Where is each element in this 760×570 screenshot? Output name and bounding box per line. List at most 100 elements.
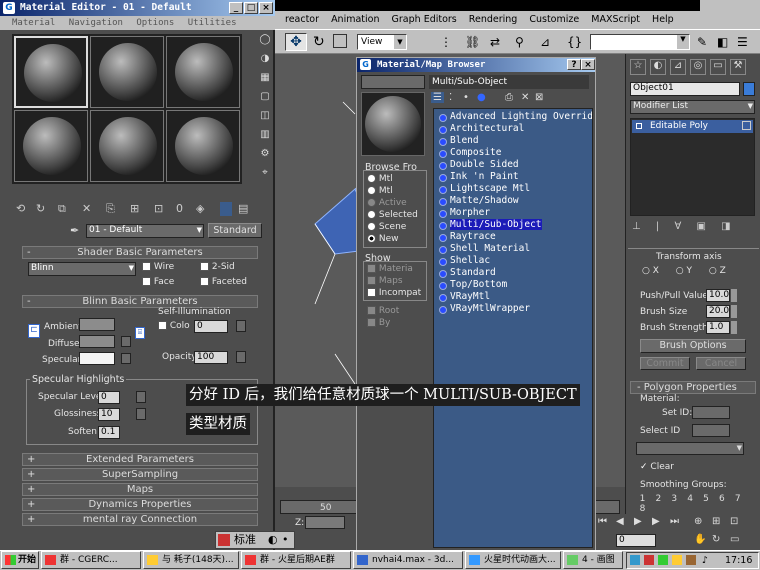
material-list-item[interactable]: Architectural [434, 123, 592, 135]
named-selection-icon[interactable]: {} [567, 35, 582, 49]
axis-z-radio[interactable]: ○ Z [709, 266, 726, 276]
select-by-material-icon[interactable]: ⌖ [256, 167, 274, 186]
get-material-icon[interactable]: ⟲ [16, 202, 25, 215]
show-maps-checkbox[interactable]: Maps [367, 276, 403, 286]
sample-slot[interactable] [166, 110, 240, 182]
menu-help[interactable]: Help [652, 14, 674, 25]
sg-button[interactable]: 8 [636, 504, 649, 514]
menu-options[interactable]: Options [136, 18, 174, 28]
pin-stack-icon[interactable]: ⊥ [632, 221, 641, 232]
axis-x-radio[interactable]: ○ X [642, 266, 659, 276]
supersampling-rollout[interactable]: + SuperSampling [22, 468, 258, 481]
wire-checkbox[interactable]: Wire [142, 262, 174, 272]
volume-icon[interactable]: ♪ [702, 553, 708, 568]
diffuse-swatch[interactable] [79, 335, 115, 348]
remove-modifier-icon[interactable]: ▣ [697, 221, 706, 232]
utilities-tab-icon[interactable]: ⚒ [730, 59, 746, 75]
self-illum-color-checkbox[interactable]: Colo [158, 321, 190, 331]
taskbar-button-paint[interactable]: 4 - 画图 [563, 551, 623, 569]
browse-scene-radio[interactable]: Scene [367, 222, 406, 232]
glossiness-map-button[interactable] [136, 408, 146, 420]
select-link-icon[interactable]: ⛓ [465, 35, 480, 49]
sg-button[interactable]: 3 [668, 494, 681, 504]
menu-reactor[interactable]: reactor [285, 14, 319, 25]
shader-type-dropdown[interactable]: Blinn ▼ [28, 262, 136, 276]
opacity-field[interactable]: 100 [194, 351, 228, 364]
hierarchy-tab-icon[interactable]: ⊿ [670, 59, 686, 75]
ime-moon-icon[interactable]: ◐ [268, 532, 278, 548]
menu-rendering[interactable]: Rendering [469, 14, 518, 25]
soften-field[interactable]: 0.1 [98, 426, 120, 439]
sample-slot[interactable] [14, 110, 88, 182]
select-by-name-dropdown[interactable]: ▼ [636, 442, 744, 455]
make-unique-icon[interactable]: ⊞ [130, 202, 139, 215]
stack-item-editable-poly[interactable]: Editable Poly [632, 120, 753, 133]
show-map-icon[interactable]: ◈ [196, 202, 204, 215]
sg-button[interactable]: 2 [652, 494, 665, 504]
material-list-item[interactable]: Top/Bottom [434, 279, 592, 291]
curve-editor-icon[interactable]: ✎ [697, 35, 707, 49]
reference-coord-dropdown[interactable]: View ▼ [357, 34, 407, 50]
tray-icon[interactable] [644, 555, 654, 565]
tray-icon[interactable] [672, 555, 682, 565]
view-list-icons-icon[interactable]: ⁚ [449, 92, 452, 103]
root-only-checkbox[interactable]: Root [367, 306, 399, 316]
specular-map-button[interactable] [121, 353, 131, 364]
taskbar-button-3dsmax[interactable]: nvhai4.max - 3d... [353, 551, 463, 569]
go-start-icon[interactable]: ⏮ [598, 516, 607, 527]
object-color-swatch[interactable] [743, 82, 755, 96]
sg-button[interactable]: 4 [684, 494, 697, 504]
face-map-checkbox[interactable]: Face [142, 277, 174, 287]
push-pull-field[interactable]: 10.0 [706, 289, 730, 302]
tray-icon[interactable] [686, 555, 696, 565]
menu-graph-editors[interactable]: Graph Editors [392, 14, 457, 25]
delete-from-library-icon[interactable]: ✕ [521, 92, 529, 103]
pivot-icon[interactable]: ⋮ [440, 35, 452, 49]
modifier-list-dropdown[interactable]: Modifier List ▼ [630, 100, 755, 114]
menu-maxscript[interactable]: MAXScript [591, 14, 640, 25]
taskbar-button-qq-group-2[interactable]: 群 - 火星后期AE群 [241, 551, 351, 569]
brush-size-field[interactable]: 20.0 [706, 305, 730, 318]
mirror-icon[interactable]: ⇄ [490, 35, 500, 49]
commit-button[interactable]: Commit [640, 357, 690, 370]
brush-options-button[interactable]: Brush Options [640, 339, 746, 353]
browse-new-radio[interactable]: New [367, 234, 399, 244]
taskbar-button-qq-group-1[interactable]: 群 - CGERC... [41, 551, 141, 569]
mental-ray-rollout[interactable]: + mental ray Connection [22, 513, 258, 526]
prev-frame-icon[interactable]: ◀ [616, 516, 624, 527]
taskbar-button-browser[interactable]: 火星时代动画大... [465, 551, 561, 569]
start-button[interactable]: 开始 [1, 551, 39, 569]
material-list-item[interactable]: Matte/Shadow [434, 195, 592, 207]
options-icon[interactable]: ⚙ [256, 148, 274, 167]
tray-icon[interactable] [658, 555, 668, 565]
align-icon[interactable]: ⚲ [515, 35, 524, 49]
material-effects-channel-icon[interactable]: 0 [176, 202, 183, 215]
video-color-icon[interactable]: ◫ [256, 110, 274, 129]
sample-slot[interactable] [90, 36, 164, 108]
material-list-item[interactable]: VRayMtl [434, 291, 592, 303]
material-type-button[interactable]: Standard [208, 223, 262, 238]
shader-basic-rollout[interactable]: - Shader Basic Parameters [22, 246, 258, 259]
material-list-item[interactable]: Advanced Lighting Override [434, 111, 592, 123]
material-list-item[interactable]: VRayMtlWrapper [434, 303, 592, 315]
tray-icon[interactable] [630, 555, 640, 565]
material-name-dropdown[interactable]: 01 - Default ▼ [86, 224, 204, 238]
go-end-icon[interactable]: ⏭ [670, 516, 679, 527]
browse-mtl-library-radio[interactable]: Mtl [367, 174, 393, 184]
coord-z-field[interactable] [305, 516, 345, 529]
diffuse-map-button[interactable] [121, 336, 131, 347]
extended-parameters-rollout[interactable]: + Extended Parameters [22, 453, 258, 466]
material-list-item[interactable]: Blend [434, 135, 592, 147]
browser-close-button[interactable]: × [581, 59, 595, 70]
material-list-item[interactable]: Standard [434, 267, 592, 279]
sample-type-icon[interactable]: ◯ [256, 34, 274, 53]
material-list-item[interactable]: Double Sided [434, 159, 592, 171]
zoom-all-icon[interactable]: ⊞ [712, 516, 720, 527]
two-sided-checkbox[interactable]: 2-Sid [200, 262, 235, 272]
play-icon[interactable]: ▶ [634, 516, 642, 527]
self-illum-map-button[interactable] [236, 320, 246, 332]
object-name-field[interactable]: Object01 [630, 82, 740, 96]
ime-logo-icon[interactable] [218, 534, 230, 546]
ime-mode-label[interactable]: 标准 [234, 532, 256, 548]
material-editor-icon[interactable]: ◧ [717, 35, 728, 49]
